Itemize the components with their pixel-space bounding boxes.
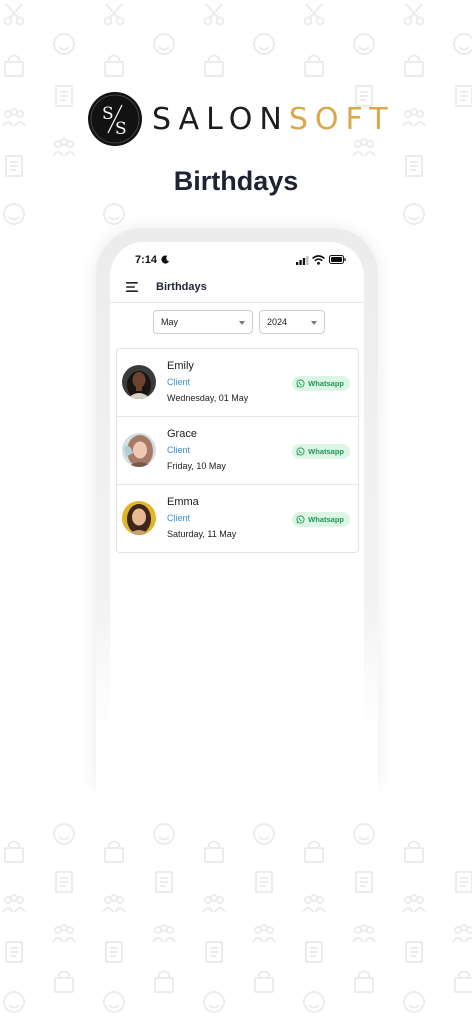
birthday-role: Client <box>167 377 191 387</box>
birthday-role: Client <box>167 513 191 523</box>
whatsapp-button-label: Whatsapp <box>308 447 344 456</box>
birthday-date: Wednesday, 01 May <box>167 393 249 403</box>
year-select[interactable]: 2024 <box>259 310 325 334</box>
status-time: 7:14 <box>135 254 158 266</box>
birthday-date: Saturday, 11 May <box>167 529 237 539</box>
svg-text:S: S <box>102 104 114 124</box>
salonsoft-logo: S S SALONSOFT <box>88 92 408 146</box>
list-item[interactable]: Emily Client Wednesday, 01 May Whatsapp <box>117 349 358 417</box>
birthday-name: Emma <box>167 496 199 508</box>
list-item[interactable]: Grace Client Friday, 10 May Whatsapp <box>117 417 358 485</box>
logo-word-soft: SOFT <box>288 101 395 137</box>
whatsapp-button-label: Whatsapp <box>308 515 344 524</box>
avatar <box>122 501 156 535</box>
birthday-name: Grace <box>167 428 197 440</box>
whatsapp-icon <box>296 379 305 388</box>
cellular-signal-icon <box>296 256 309 265</box>
whatsapp-button[interactable]: Whatsapp <box>292 444 350 459</box>
birthday-date: Friday, 10 May <box>167 461 226 471</box>
page-title: Birthdays <box>173 166 299 196</box>
logo-wordmark: SALONSOFT <box>152 102 395 137</box>
whatsapp-button[interactable]: Whatsapp <box>292 376 350 391</box>
chevron-down-icon <box>311 321 317 325</box>
month-select[interactable]: May <box>153 310 253 334</box>
moon-icon <box>161 255 170 264</box>
birthday-name: Emily <box>167 360 194 372</box>
list-item[interactable]: Emma Client Saturday, 11 May Whatsapp <box>117 485 358 552</box>
battery-icon <box>329 255 346 264</box>
whatsapp-icon <box>296 515 305 524</box>
whatsapp-icon <box>296 447 305 456</box>
logo-mark: S S <box>88 92 142 146</box>
month-select-value: May <box>161 317 179 327</box>
logo-word-salon: SALON <box>152 101 289 137</box>
svg-text:S: S <box>115 119 127 139</box>
phone-bottom-fade <box>96 600 378 800</box>
avatar <box>122 365 156 399</box>
whatsapp-button[interactable]: Whatsapp <box>292 512 350 527</box>
menu-icon[interactable] <box>125 280 141 294</box>
app-bar-title: Birthdays <box>156 281 207 293</box>
birthday-role: Client <box>167 445 191 455</box>
birthday-list: Emily Client Wednesday, 01 May Whatsapp … <box>116 348 359 553</box>
status-bar: 7:14 <box>110 252 364 270</box>
whatsapp-button-label: Whatsapp <box>308 379 344 388</box>
chevron-down-icon <box>239 321 245 325</box>
wifi-icon <box>312 255 325 265</box>
app-bar: Birthdays <box>110 274 364 303</box>
avatar <box>122 433 156 467</box>
year-select-value: 2024 <box>267 317 288 327</box>
